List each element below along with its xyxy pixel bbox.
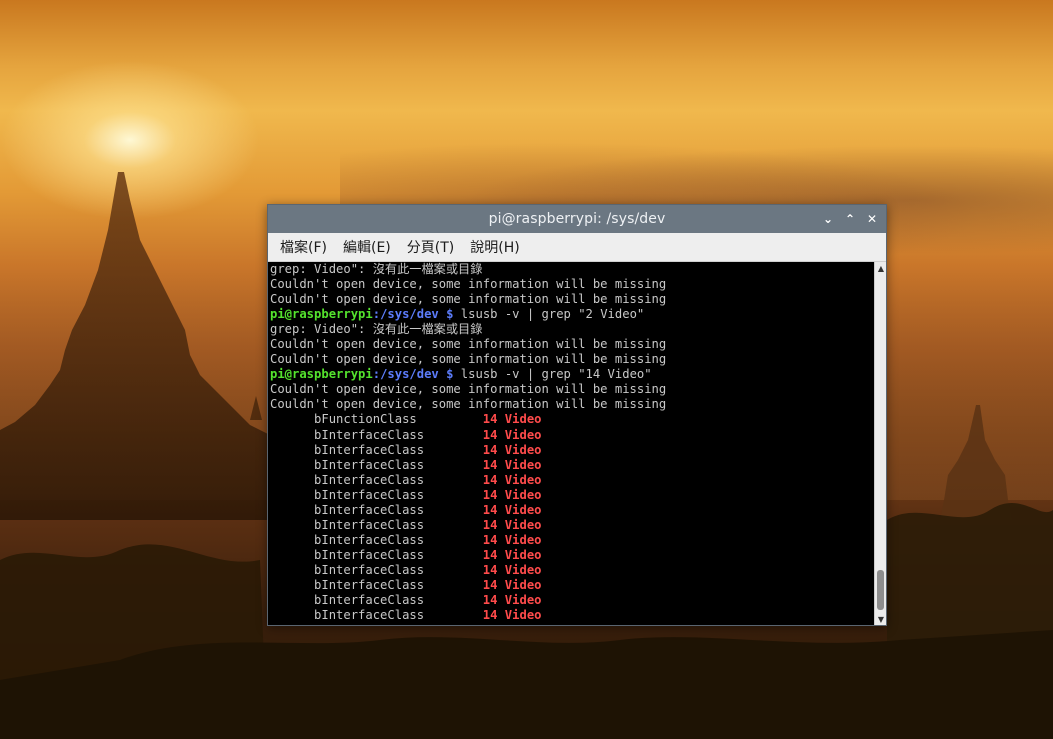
match-field: bInterfaceClass [270,577,483,592]
match-field: bInterfaceClass [270,457,483,472]
match-row: bInterfaceClass 14 Video [270,608,874,623]
match-row: bInterfaceClass 14 Video [270,503,874,518]
command-line: pi@raspberrypi:/sys/dev $ lsusb -v | gre… [270,307,874,322]
match-row: bInterfaceClass 14 Video [270,593,874,608]
terminal-window[interactable]: pi@raspberrypi: /sys/dev ⌄ ⌃ ✕ 檔案(F) 編輯(… [267,204,887,626]
match-field: bInterfaceClass [270,502,483,517]
prompt-path: :/sys/dev [372,367,439,382]
output-line: grep: Video": 沒有此一檔案或目錄 [270,322,483,337]
vertical-scrollbar[interactable]: ▲ ▼ [874,262,886,625]
match-value: 14 Video [482,412,542,427]
pagoda-silhouette [0,172,280,520]
match-field: bInterfaceClass [270,442,483,457]
output-line: Couldn't open device, some information w… [270,352,667,367]
output-line: grep: Video": 沒有此一檔案或目錄 [270,262,483,276]
prompt-user: pi@raspberrypi [270,367,373,382]
match-field: bInterfaceClass [270,593,483,608]
prompt-symbol: $ [438,307,454,322]
command-text: lsusb -v | grep "2 Video" [453,307,645,322]
output-line: Couldn't open device, some information w… [270,337,667,352]
match-field: bFunctionClass [270,412,483,427]
menu-help[interactable]: 說明(H) [462,237,527,257]
command-line: pi@raspberrypi:/sys/dev $ lsusb -v | gre… [270,367,874,382]
match-value: 14 Video [482,593,542,608]
prompt-symbol: $ [438,367,454,382]
match-field: bInterfaceClass [270,608,483,623]
match-row: bInterfaceClass 14 Video [270,533,874,548]
command-text: lsusb -v | grep "14 Video" [453,367,652,382]
window-title: pi@raspberrypi: /sys/dev [488,211,666,227]
output-line: Couldn't open device, some information w… [270,397,667,412]
minimize-icon[interactable]: ⌄ [820,211,836,227]
match-value: 14 Video [482,487,542,502]
match-row: bInterfaceClass 14 Video [270,578,874,593]
match-field: bInterfaceClass [270,562,483,577]
close-icon[interactable]: ✕ [864,211,880,227]
match-value: 14 Video [482,442,542,457]
match-value: 14 Video [482,427,542,442]
menu-tabs[interactable]: 分頁(T) [399,237,462,257]
match-value: 14 Video [482,547,542,562]
prompt-path: :/sys/dev [372,307,439,322]
scroll-up-icon[interactable]: ▲ [876,263,886,273]
match-value: 14 Video [482,608,542,623]
menu-edit[interactable]: 編輯(E) [335,237,399,257]
match-value: 14 Video [482,517,542,532]
match-row: bInterfaceClass 14 Video [270,548,874,563]
scroll-down-icon[interactable]: ▼ [876,614,886,624]
match-value: 14 Video [482,502,542,517]
match-value: 14 Video [482,562,542,577]
window-controls: ⌄ ⌃ ✕ [820,205,880,233]
match-field: bInterfaceClass [270,517,483,532]
match-field: bInterfaceClass [270,487,483,502]
match-value: 14 Video [482,457,542,472]
menu-bar: 檔案(F) 編輯(E) 分頁(T) 說明(H) [268,233,886,262]
match-value: 14 Video [482,577,542,592]
match-value: 14 Video [482,472,542,487]
match-row: bInterfaceClass 14 Video [270,518,874,533]
menu-file[interactable]: 檔案(F) [272,237,335,257]
match-row: bFunctionClass 14 Video [270,412,874,427]
output-line: Couldn't open device, some information w… [270,382,667,397]
prompt-user: pi@raspberrypi [270,307,373,322]
match-value: 14 Video [482,532,542,547]
terminal-output[interactable]: grep: Video": 沒有此一檔案或目錄 Couldn't open de… [268,262,874,625]
match-field: bInterfaceClass [270,547,483,562]
match-field: bInterfaceClass [270,472,483,487]
match-row: bInterfaceClass 14 Video [270,563,874,578]
output-line: Couldn't open device, some information w… [270,292,667,307]
match-field: bInterfaceClass [270,532,483,547]
match-row: bInterfaceClass 14 Video [270,488,874,503]
scroll-thumb[interactable] [877,570,884,610]
match-field: bInterfaceClass [270,427,483,442]
output-line: Couldn't open device, some information w… [270,277,667,292]
match-row: bInterfaceClass 14 Video [270,458,874,473]
maximize-icon[interactable]: ⌃ [842,211,858,227]
match-row: bInterfaceClass 14 Video [270,428,874,443]
title-bar[interactable]: pi@raspberrypi: /sys/dev ⌄ ⌃ ✕ [268,205,886,233]
match-row: bInterfaceClass 14 Video [270,473,874,488]
match-row: bInterfaceClass 14 Video [270,443,874,458]
